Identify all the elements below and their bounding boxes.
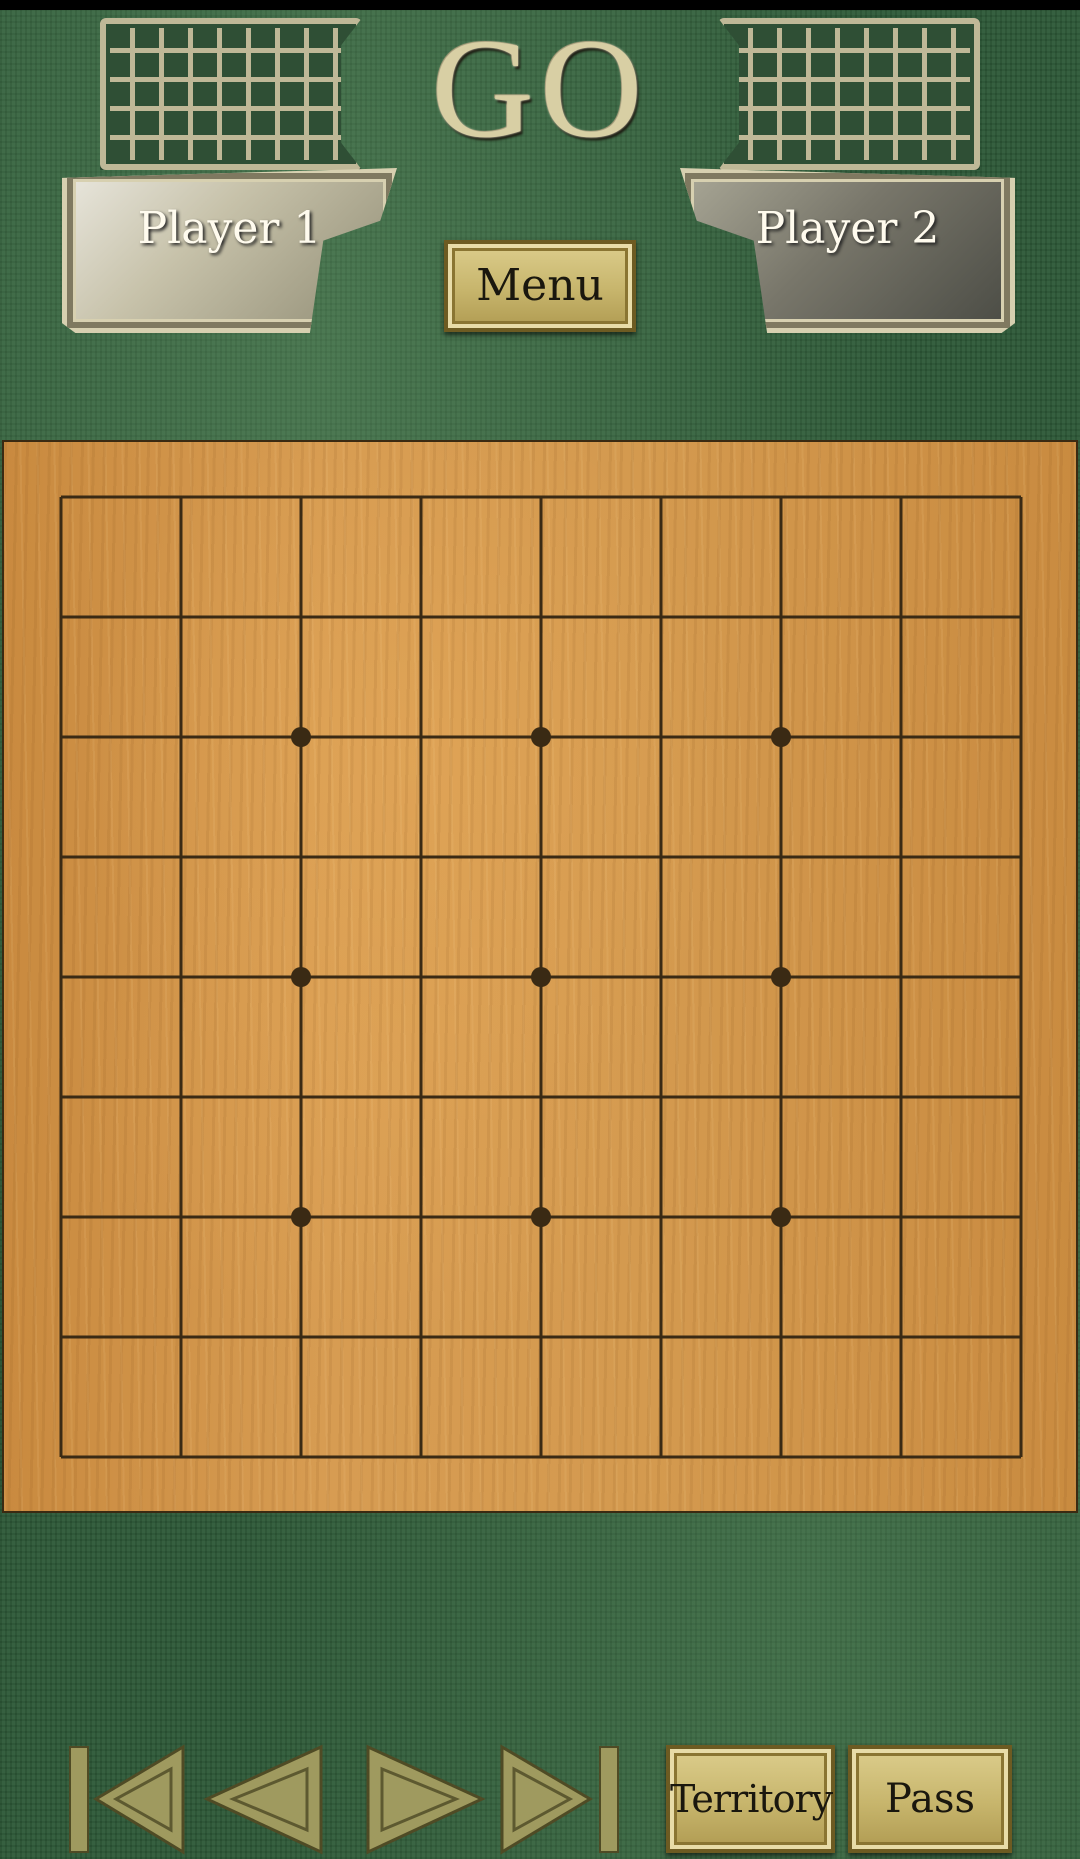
skip-last-button[interactable] xyxy=(500,1742,622,1857)
star-point xyxy=(531,1207,551,1227)
skip-first-icon xyxy=(69,1744,185,1855)
player1-plaque: Player 1 xyxy=(62,168,397,333)
lattice-ornament-left xyxy=(100,18,362,170)
star-point xyxy=(291,967,311,987)
menu-button[interactable]: Menu xyxy=(444,240,636,332)
star-point xyxy=(771,967,791,987)
star-point xyxy=(771,727,791,747)
next-icon xyxy=(366,1744,486,1855)
lattice-ornament-right xyxy=(718,18,980,170)
star-point xyxy=(531,727,551,747)
go-board[interactable] xyxy=(2,440,1078,1513)
board-grid[interactable] xyxy=(4,442,1076,1511)
star-point xyxy=(291,727,311,747)
skip-first-button[interactable] xyxy=(68,1742,188,1857)
skip-last-icon xyxy=(500,1744,619,1855)
pass-button[interactable]: Pass xyxy=(848,1745,1012,1853)
player1-label: Player 1 xyxy=(137,203,322,254)
player2-plaque: Player 2 xyxy=(680,168,1015,333)
star-point xyxy=(531,967,551,987)
star-point xyxy=(771,1207,791,1227)
next-button[interactable] xyxy=(366,1742,486,1857)
star-point xyxy=(291,1207,311,1227)
title-banner: GO xyxy=(100,9,980,170)
previous-button[interactable] xyxy=(203,1742,323,1857)
player2-label: Player 2 xyxy=(755,203,940,254)
previous-icon xyxy=(203,1744,323,1855)
territory-button[interactable]: Territory xyxy=(666,1745,835,1853)
game-title: GO xyxy=(431,9,649,167)
